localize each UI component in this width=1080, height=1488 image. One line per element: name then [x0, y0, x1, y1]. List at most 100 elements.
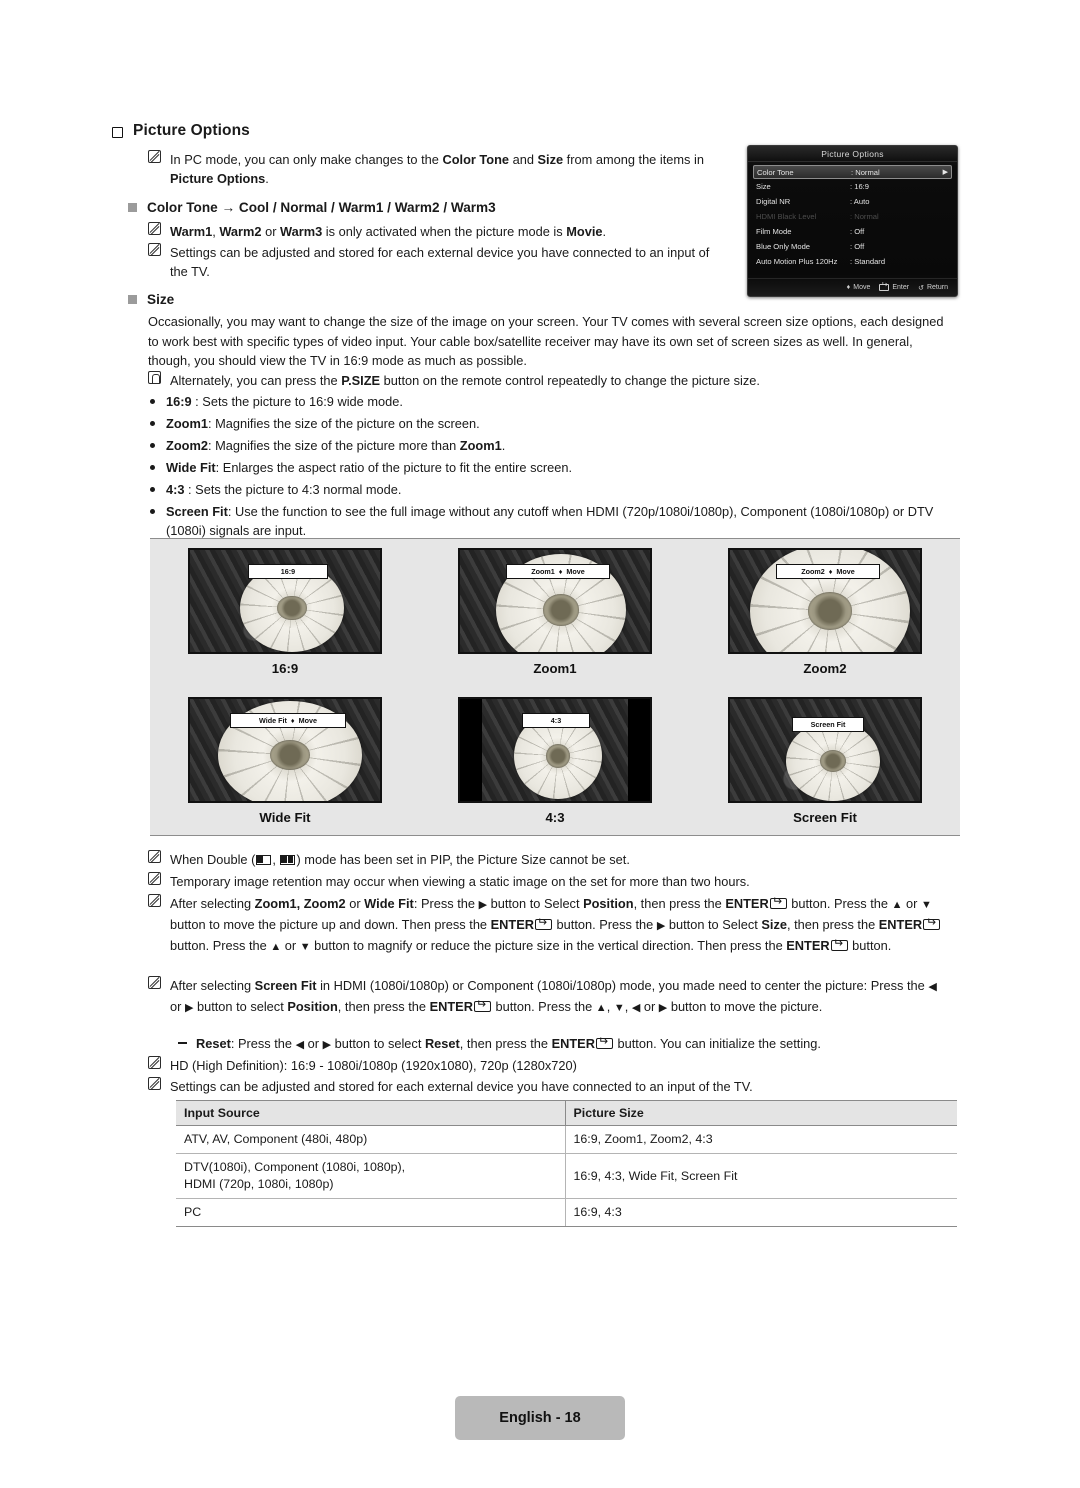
osd-value: : Off	[850, 227, 865, 236]
heading-size-label: Size	[147, 292, 175, 307]
page-footer-badge: English - 18	[455, 1396, 625, 1440]
note-pencil-icon	[148, 850, 161, 863]
note-pip-double: When Double (, ) mode has been set in PI…	[148, 850, 938, 869]
bullet-zoom1: Zoom1: Magnifies the size of the picture…	[150, 414, 940, 433]
osd-row-auto-motion-plus[interactable]: Auto Motion Plus 120Hz : Standard	[753, 254, 952, 269]
gallery-caption: Zoom1	[533, 661, 577, 676]
note-after-screen-fit: After selecting Screen Fit in HDMI (1080…	[148, 976, 948, 1018]
preview-osd-badge: 4:3	[522, 713, 590, 728]
gallery-caption: Screen Fit	[793, 810, 857, 825]
osd-row-film-mode[interactable]: Film Mode : Off	[753, 224, 952, 239]
flower-image	[786, 721, 880, 801]
page-number-label: English - 18	[499, 1410, 581, 1426]
osd-row-digital-nr[interactable]: Digital NR : Auto	[753, 194, 952, 209]
osd-label: Digital NR	[756, 197, 791, 206]
gray-square-bullet-icon	[128, 203, 137, 212]
note-reset-text: Reset: Press the ◀ or ▶ button to select…	[196, 1034, 821, 1055]
table-cell-size: 16:9, 4:3, Wide Fit, Screen Fit	[565, 1153, 957, 1199]
size-paragraph: Occasionally, you may want to change the…	[148, 314, 944, 368]
gray-square-bullet-icon	[128, 295, 137, 304]
note-settings-stored-1: Settings can be adjusted and stored for …	[148, 243, 726, 281]
table-header-input-source: Input Source	[176, 1100, 566, 1126]
arrow-right-icon: ▶	[658, 1002, 668, 1014]
section-title: Picture Options	[133, 122, 250, 139]
bullet-dot-icon	[150, 420, 155, 426]
open-square-bullet-icon	[112, 124, 123, 138]
updown-arrow-icon: ♦	[828, 566, 833, 576]
osd-title: Picture Options	[748, 146, 957, 162]
preview-osd-badge: Zoom1 ♦ Move	[506, 564, 610, 579]
preview-zoom1: Zoom1 ♦ Move	[458, 548, 652, 654]
table-header-picture-size: Picture Size	[565, 1100, 957, 1126]
arrow-right-icon: ▶	[478, 899, 488, 911]
note-psize-text: Alternately, you can press the P.SIZE bu…	[170, 373, 760, 388]
bullet-zoom2-text: Zoom2: Magnifies the size of the picture…	[166, 438, 506, 453]
note-after-screen-fit-text: After selecting Screen Fit in HDMI (1080…	[170, 976, 948, 1018]
osd-row-size[interactable]: Size : 16:9	[753, 179, 952, 194]
note-settings-stored-2: Settings can be adjusted and stored for …	[148, 1077, 938, 1096]
osd-hint-enter: Enter	[879, 284, 909, 291]
osd-label: Color Tone	[757, 167, 794, 177]
arrow-right-icon: ▶	[322, 1039, 332, 1051]
gallery-caption: 4:3	[545, 810, 565, 825]
table-row: ATV, AV, Component (480i, 480p) 16:9, Zo…	[176, 1125, 957, 1154]
note-hd-definition-text: HD (High Definition): 16:9 - 1080i/1080p…	[170, 1058, 577, 1073]
note-settings-stored-2-text: Settings can be adjusted and stored for …	[170, 1079, 753, 1094]
updown-arrow-icon: ♦	[558, 566, 563, 576]
arrow-down-icon: ▼	[299, 941, 311, 953]
note-pencil-icon	[148, 222, 161, 235]
note-pencil-icon	[148, 976, 161, 989]
bullet-zoom1-text: Zoom1: Magnifies the size of the picture…	[166, 416, 480, 431]
heading-color-tone: Color Tone → Cool / Normal / Warm1 / War…	[128, 200, 496, 215]
gallery-item-zoom1: Zoom1 ♦ Move Zoom1	[420, 539, 690, 688]
bullet-screen-fit-text: Screen Fit: Use the function to see the …	[166, 504, 934, 538]
return-arrow-icon: ↺	[918, 284, 924, 292]
osd-row-color-tone[interactable]: Color Tone : Normal ▶	[753, 165, 952, 179]
enter-key-icon	[534, 919, 552, 930]
note-pip-double-text: When Double (, ) mode has been set in PI…	[170, 852, 630, 867]
osd-hint-bar: ♦Move Enter ↺Return	[748, 278, 957, 296]
bullet-dot-icon	[150, 508, 155, 514]
osd-label: Film Mode	[756, 227, 792, 236]
remote-button-icon	[148, 371, 161, 385]
note-pencil-icon	[148, 1077, 161, 1090]
dash-bullet-icon	[178, 1042, 187, 1044]
osd-value: : Normal	[850, 212, 879, 221]
bullet-16-9-text: 16:9 : Sets the picture to 16:9 wide mod…	[166, 394, 403, 409]
table-cell-source: DTV(1080i), Component (1080i, 1080p), HDM…	[176, 1153, 566, 1199]
osd-value: : Off	[850, 242, 865, 251]
gallery-item-screen-fit: Screen Fit Screen Fit	[690, 688, 960, 837]
osd-value: : Auto	[850, 197, 870, 206]
note-settings-stored-1-text: Settings can be adjusted and stored for …	[170, 245, 710, 279]
preview-zoom2: Zoom2 ♦ Move	[728, 548, 922, 654]
arrow-up-icon: ▲	[595, 1002, 607, 1014]
preview-osd-badge: Zoom2 ♦ Move	[776, 564, 880, 579]
osd-value: : Standard	[850, 257, 886, 266]
note-warm-modes-text: Warm1, Warm2 or Warm3 is only activated …	[170, 224, 607, 239]
osd-row-blue-only-mode[interactable]: Blue Only Mode : Off	[753, 239, 952, 254]
updown-arrow-icon: ♦	[290, 715, 295, 725]
table-cell-source: PC	[176, 1198, 566, 1227]
osd-option-list: Color Tone : Normal ▶ Size : 16:9 Digita…	[748, 162, 957, 269]
gallery-item-zoom2: Zoom2 ♦ Move Zoom2	[690, 539, 960, 688]
note-image-retention: Temporary image retention may occur when…	[148, 872, 938, 891]
page-title: Picture Options	[112, 122, 250, 140]
bullet-screen-fit: Screen Fit: Use the function to see the …	[150, 502, 950, 540]
pip-double-split-icon	[280, 855, 296, 865]
updown-arrow-icon: ♦	[846, 284, 851, 291]
picture-size-gallery: 16:9 16:9 Zoom1 ♦ Move Zoom1 Zoom2 ♦ Mov…	[150, 538, 960, 836]
preview-wide-fit: Wide Fit ♦ Move	[188, 697, 382, 803]
osd-label: Size	[756, 182, 771, 191]
pip-double-wide-icon	[256, 855, 272, 865]
enter-key-icon	[473, 1001, 491, 1012]
note-pencil-icon	[148, 243, 161, 256]
gallery-caption: Wide Fit	[259, 810, 311, 825]
note-pc-mode: In PC mode, you can only make changes to…	[148, 150, 728, 188]
gallery-item-4-3: 4:3 4:3	[420, 688, 690, 837]
arrow-down-icon: ▼	[920, 899, 932, 911]
osd-label: Blue Only Mode	[756, 242, 811, 251]
osd-label: Auto Motion Plus 120Hz	[756, 257, 838, 266]
heading-color-tone-label: Color Tone → Cool / Normal / Warm1 / War…	[147, 200, 496, 215]
note-pencil-icon	[148, 894, 161, 907]
preview-16-9: 16:9	[188, 548, 382, 654]
